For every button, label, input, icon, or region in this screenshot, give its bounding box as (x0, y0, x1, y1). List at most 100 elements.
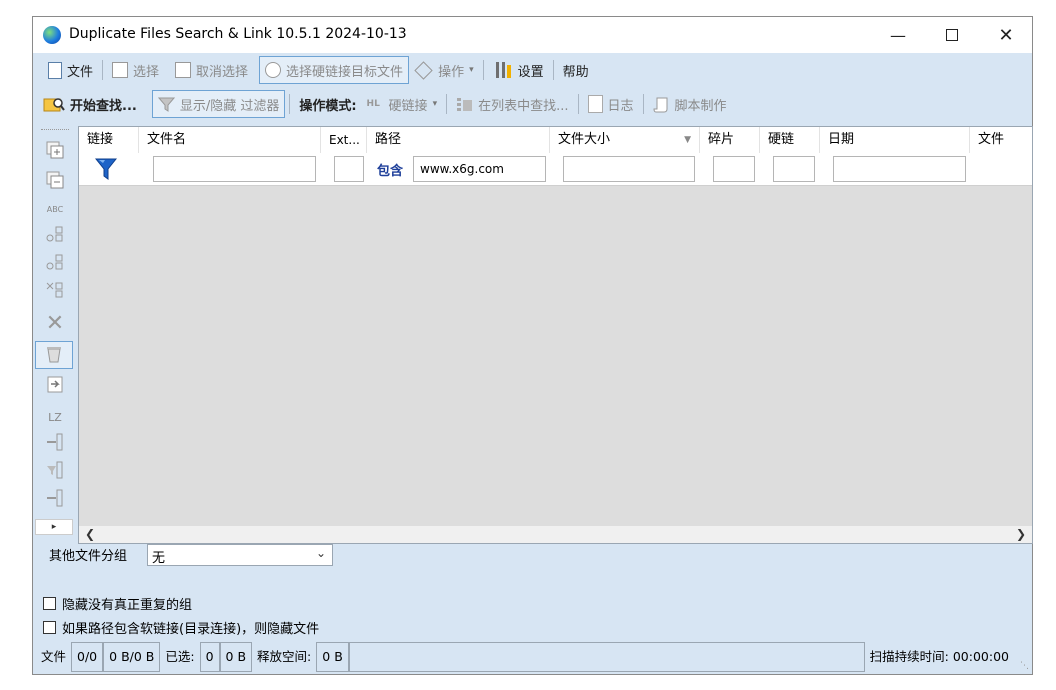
tree-select-icon (46, 224, 64, 247)
left-toolbar: ABC ✕ LZ ▸ (35, 127, 77, 545)
scroll-right-icon[interactable]: ❯ (1016, 526, 1026, 543)
column-filter-button[interactable] (41, 459, 69, 483)
recycle-bin-button[interactable] (35, 341, 73, 369)
chevron-down-icon: ▾ (432, 99, 438, 109)
ext-filter-input[interactable] (334, 156, 364, 182)
app-window: Duplicate Files Search & Link 10.5.1 202… (32, 16, 1033, 675)
recycle-bin-icon (45, 344, 63, 367)
toolbar-separator (577, 94, 579, 114)
toolbar-separator (102, 60, 104, 80)
select-menu-label: 选择 (133, 64, 160, 80)
other-group-select[interactable]: 无 ⌄ (147, 544, 333, 566)
path-filter-input[interactable]: www.x6g.com (413, 156, 546, 182)
hide-softlink-checkbox[interactable]: 如果路径包含软链接(目录连接)，则隐藏文件 (43, 618, 319, 637)
funnel-filter-icon (94, 157, 118, 185)
status-scan-time: 扫描持续时间: 00:00:00 (869, 649, 1009, 664)
maximize-icon (946, 29, 958, 41)
funnel-icon (157, 96, 175, 113)
hide-no-dup-checkbox[interactable]: 隐藏没有真正重复的组 (43, 594, 192, 613)
column-icon (46, 488, 64, 511)
resize-grip-icon[interactable]: ⋱ (1020, 661, 1029, 671)
scroll-left-icon[interactable]: ❮ (85, 526, 95, 543)
maximize-button[interactable] (925, 17, 979, 53)
column-icon (46, 432, 64, 455)
diamond-icon (414, 60, 433, 80)
window-title: Duplicate Files Search & Link 10.5.1 202… (69, 26, 407, 42)
rename-abc-button[interactable]: ABC (41, 197, 69, 221)
select-tree-button-3[interactable] (41, 279, 69, 303)
settings-menu[interactable]: 设置 (488, 57, 549, 83)
column-button-1[interactable] (41, 431, 69, 455)
hide-softlink-label: 如果路径包含软链接(目录连接)，则隐藏文件 (62, 622, 320, 637)
column-header-hardlinks[interactable]: 硬链 (760, 127, 820, 153)
status-bytes: 0 B/0 B (103, 642, 161, 672)
move-button[interactable] (41, 373, 69, 397)
start-search-button[interactable]: 开始查找... (39, 91, 142, 117)
results-grid[interactable]: 链接 文件名 Ext... 路径 文件大小 ▼ 碎片 硬链 日期 文件 包含 w… (78, 126, 1033, 544)
script-label: 脚本制作 (674, 98, 727, 114)
column-header-date[interactable]: 日期 (820, 127, 970, 153)
hide-no-dup-label: 隐藏没有真正重复的组 (62, 598, 193, 613)
tree-select-icon (46, 252, 64, 275)
hardlinks-filter-input[interactable] (773, 156, 815, 182)
column-header-size[interactable]: 文件大小 ▼ (550, 127, 700, 153)
checkbox-icon (43, 621, 56, 634)
log-document-icon (587, 95, 603, 113)
column-button-2[interactable] (41, 487, 69, 511)
horizontal-scrollbar[interactable]: ❮ ❯ (79, 526, 1032, 543)
move-arrow-icon (46, 374, 64, 397)
file-menu[interactable]: 文件 (43, 57, 98, 83)
size-filter-input[interactable] (563, 156, 695, 182)
operation-menu[interactable]: 操作 ▾ (409, 57, 479, 83)
close-button[interactable]: ✕ (979, 17, 1033, 53)
tools-icon (493, 60, 513, 80)
path-filter-mode[interactable]: 包含 (377, 160, 403, 179)
date-filter-input[interactable] (833, 156, 966, 182)
minimize-button[interactable]: — (871, 17, 925, 53)
log-button[interactable]: 日志 (583, 91, 639, 117)
select-menu[interactable]: 选择 (107, 57, 164, 83)
collapse-all-button[interactable] (41, 169, 69, 193)
toolbar-separator (446, 94, 448, 114)
minimize-icon: — (890, 25, 906, 45)
mode-label: 操作模式: (294, 91, 361, 117)
find-in-list-button[interactable]: 在列表中查找... (451, 91, 573, 117)
column-filter-icon (46, 460, 64, 483)
help-menu[interactable]: 帮助 (558, 57, 594, 83)
column-header-size-label: 文件大小 (558, 132, 611, 147)
select-tree-button-1[interactable] (41, 223, 69, 247)
lz-button[interactable]: LZ (41, 405, 69, 429)
file-menu-label: 文件 (67, 64, 94, 80)
chevron-down-icon: ▾ (469, 65, 474, 75)
operation-menu-label: 操作 (438, 64, 465, 80)
column-header-link[interactable]: 链接 (79, 127, 139, 153)
toolbar-separator (642, 94, 644, 114)
status-selected-bytes: 0 B (219, 642, 253, 672)
close-x-icon: ✕ (45, 310, 65, 336)
column-header-filename[interactable]: 文件名 (139, 127, 321, 153)
close-icon: ✕ (998, 24, 1014, 46)
select-tree-button-2[interactable] (41, 251, 69, 275)
column-header-fragments[interactable]: 碎片 (700, 127, 760, 153)
column-header-path[interactable]: 路径 (367, 127, 550, 153)
toolbar-overflow-button[interactable]: ▸ (35, 519, 73, 535)
delete-button[interactable]: ✕ (41, 310, 69, 336)
column-header-ext[interactable]: Ext... (321, 127, 367, 153)
app-globe-icon (43, 26, 61, 44)
status-selected-count: 0 (199, 642, 220, 672)
script-scroll-icon (653, 96, 670, 113)
hardlink-mode-dropdown[interactable]: HL 硬链接 ▾ (362, 91, 443, 117)
expand-all-button[interactable] (41, 139, 69, 163)
deselect-menu[interactable]: 取消选择 (170, 57, 253, 83)
log-label: 日志 (607, 98, 634, 114)
hardlink-mode-label: 硬链接 (388, 98, 428, 114)
select-hardlink-target-button[interactable]: 选择硬链接目标文件 (259, 56, 410, 84)
title-bar: Duplicate Files Search & Link 10.5.1 202… (33, 17, 1032, 53)
fragments-filter-input[interactable] (713, 156, 755, 182)
toggle-filter-button[interactable]: 显示/隐藏 过滤器 (151, 90, 286, 118)
script-button[interactable]: 脚本制作 (648, 91, 732, 117)
column-header-file[interactable]: 文件 (970, 127, 1034, 153)
find-in-list-label: 在列表中查找... (478, 98, 569, 114)
filename-filter-input[interactable] (153, 156, 316, 182)
collapse-all-icon (46, 171, 64, 192)
